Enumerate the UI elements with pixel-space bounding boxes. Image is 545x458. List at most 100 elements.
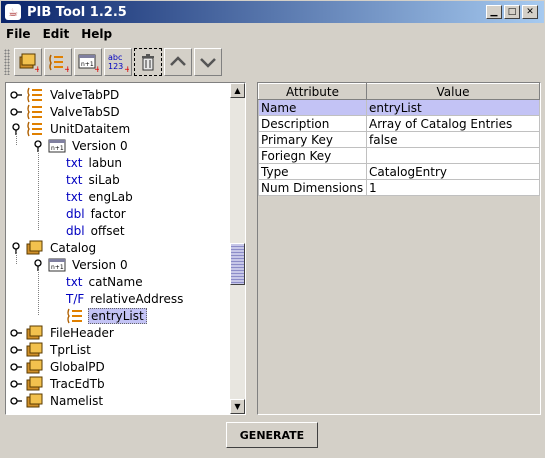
tree-node[interactable]: TprList [10, 341, 93, 358]
column-header-attribute[interactable]: Attribute [258, 83, 367, 100]
tree-node[interactable]: TracEdTb [10, 375, 107, 392]
close-button[interactable]: ✕ [522, 5, 538, 19]
class-icon [26, 376, 44, 392]
table-row[interactable]: Name entryList [258, 99, 540, 116]
value-cell[interactable]: 1 [366, 179, 540, 196]
value-cell[interactable]: entryList [366, 99, 540, 116]
tree-node[interactable]: ValveTabSD [10, 103, 122, 120]
window-title: PIB Tool 1.2.5 [27, 4, 127, 20]
value-cell[interactable]: false [366, 131, 540, 148]
tree-node[interactable]: dbl factor [66, 205, 128, 222]
value-cell[interactable]: CatalogEntry [366, 163, 540, 180]
scroll-up-button[interactable]: ▲ [230, 83, 245, 98]
tree-node-label: Version 0 [72, 257, 128, 272]
type-tag: dbl [66, 206, 85, 221]
class-icon [26, 359, 44, 375]
tree-connector [16, 132, 17, 145]
svg-text:+: + [124, 65, 129, 73]
attribute-cell[interactable]: Primary Key [258, 131, 367, 148]
move-up-button[interactable] [164, 48, 192, 76]
tree-node[interactable]: txt engLab [66, 188, 135, 205]
tree-node-label: FileHeader [50, 325, 114, 340]
list-icon [26, 87, 44, 103]
tree-node-label: catName [88, 274, 143, 289]
collapsed-handle-icon[interactable] [10, 89, 22, 101]
attribute-cell[interactable]: Description [258, 115, 367, 132]
attribute-cell[interactable]: Num Dimensions [258, 179, 367, 196]
type-tag: txt [66, 189, 83, 204]
chevron-up-icon [170, 56, 186, 66]
tree-node-label: relativeAddress [90, 291, 184, 306]
scroll-down-button[interactable]: ▼ [230, 399, 245, 414]
type-tag: txt [66, 274, 83, 289]
menu-help[interactable]: Help [75, 27, 118, 41]
pib-tree[interactable]: ValveTabPD ValveTabSD UnitDataitem n+1 Versi… [6, 83, 232, 414]
add-version-button[interactable]: n+1 + [74, 48, 102, 76]
tree-node[interactable]: GlobalPD [10, 358, 107, 375]
split-divider[interactable] [248, 82, 256, 415]
svg-text:n+1: n+1 [51, 264, 64, 271]
tree-node[interactable]: Namelist [10, 392, 105, 409]
generate-button[interactable]: GENERATE [226, 422, 318, 448]
tree-node[interactable]: n+1 Version 0 [32, 256, 130, 273]
table-row[interactable]: Primary Key false [258, 131, 540, 148]
chevron-down-icon [200, 58, 216, 68]
attribute-cell[interactable]: Foriegn Key [258, 147, 367, 164]
menu-edit[interactable]: Edit [37, 27, 76, 41]
collapsed-handle-icon[interactable] [10, 344, 22, 356]
tree-node-label: Version 0 [72, 138, 128, 153]
menu-bar: File Edit Help [0, 24, 545, 44]
collapsed-handle-icon[interactable] [10, 361, 22, 373]
maximize-button[interactable]: □ [504, 5, 520, 19]
tree-node-label: factor [90, 206, 126, 221]
table-row[interactable]: Foriegn Key [258, 147, 540, 164]
delete-button[interactable] [134, 48, 162, 76]
add-list-button[interactable]: + [44, 48, 72, 76]
table-row[interactable]: Type CatalogEntry [258, 163, 540, 180]
tree-node[interactable]: txt labun [66, 154, 124, 171]
svg-text:+: + [94, 65, 99, 73]
collapsed-handle-icon[interactable] [10, 106, 22, 118]
tree-node-label: siLab [88, 172, 120, 187]
tree-node-label: offset [90, 223, 125, 238]
collapsed-handle-icon[interactable] [10, 395, 22, 407]
tree-node-label: Catalog [50, 240, 97, 255]
class-icon [26, 240, 44, 256]
abc123-icon: abc 123 + [108, 53, 129, 73]
add-attribute-button[interactable]: abc 123 + [104, 48, 132, 76]
menu-file[interactable]: File [0, 27, 37, 41]
add-class-button[interactable]: + [14, 48, 42, 76]
scroll-thumb[interactable] [230, 243, 245, 285]
value-cell[interactable] [366, 147, 540, 164]
tree-node[interactable]: T/F relativeAddress [66, 290, 185, 307]
list-add-icon: + [49, 54, 69, 73]
list-icon [26, 121, 44, 137]
attribute-table: Attribute Value Name entryList Description… [258, 83, 540, 196]
collapsed-handle-icon[interactable] [10, 378, 22, 390]
column-header-value[interactable]: Value [366, 83, 540, 100]
tree-node-label: TprList [50, 342, 91, 357]
move-down-button[interactable] [194, 48, 222, 76]
attribute-cell[interactable]: Type [258, 163, 367, 180]
tree-scrollbar[interactable]: ▲ ▼ [230, 83, 245, 414]
collapsed-handle-icon[interactable] [10, 327, 22, 339]
tree-connector [38, 149, 39, 230]
tree-node[interactable]: dbl offset [66, 222, 127, 239]
tree-node[interactable]: ValveTabPD [10, 86, 121, 103]
attribute-cell[interactable]: Name [258, 99, 367, 116]
tree-node[interactable]: txt catName [66, 273, 145, 290]
tree-node[interactable]: txt siLab [66, 171, 122, 188]
tree-node[interactable]: UnitDataitem [10, 120, 132, 137]
toolbar-grip[interactable] [4, 49, 10, 75]
table-row[interactable]: Num Dimensions 1 [258, 179, 540, 196]
type-tag: dbl [66, 223, 85, 238]
value-cell[interactable]: Array of Catalog Entries [366, 115, 540, 132]
minimize-button[interactable]: ▁ [486, 5, 502, 19]
tree-node[interactable]: n+1 Version 0 [32, 137, 130, 154]
table-row[interactable]: Description Array of Catalog Entries [258, 115, 540, 132]
class-add-icon: + [19, 53, 39, 73]
tree-node[interactable]: FileHeader [10, 324, 116, 341]
tree-node[interactable]: Catalog [10, 239, 98, 256]
tree-node[interactable]: entryList [66, 307, 147, 324]
tree-node-label: engLab [88, 189, 133, 204]
